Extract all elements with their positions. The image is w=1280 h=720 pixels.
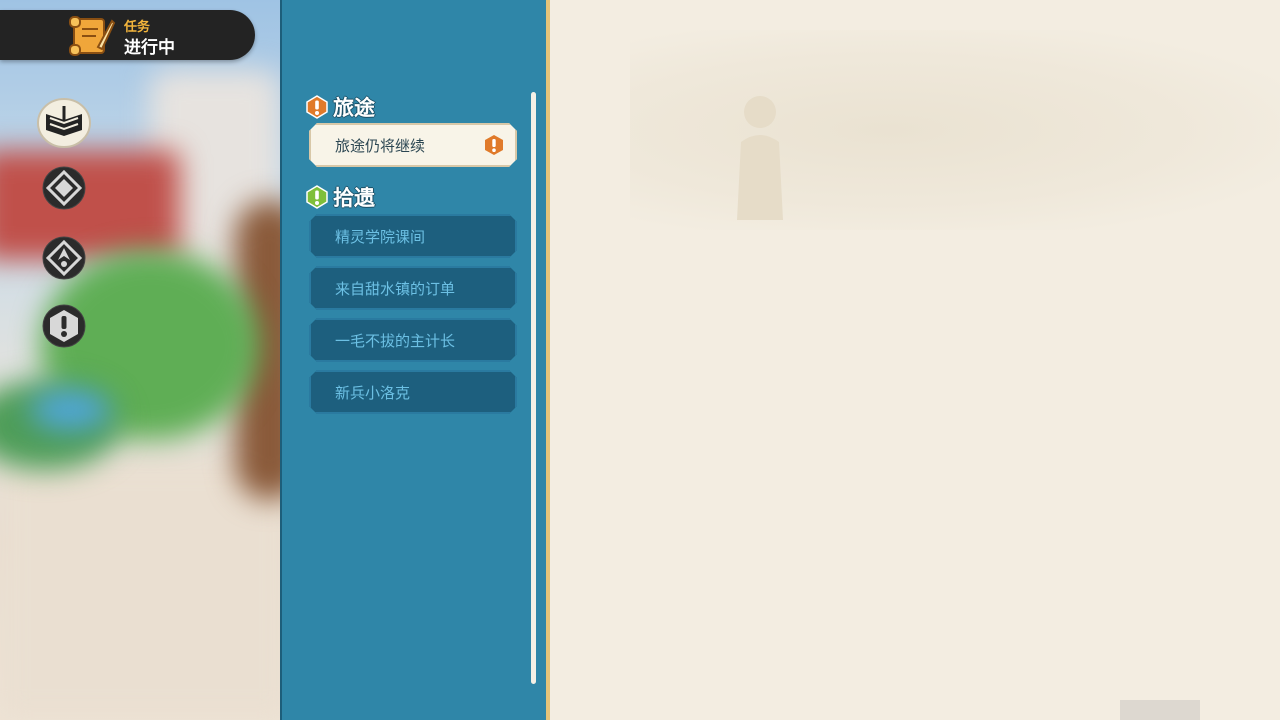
quest-item-stingy-comptroller[interactable]: 一毛不拔的主计长 (309, 318, 517, 362)
compass-arrow-icon (42, 236, 86, 280)
exclamation-icon (42, 304, 86, 348)
header-title: 进行中 (124, 38, 175, 58)
quest-item-label: 新兵小洛克 (335, 383, 411, 402)
category-gleanings-header: 拾遗 (305, 182, 375, 212)
nav-compass-diamond-button[interactable] (42, 166, 86, 210)
quest-header-banner: 任务 进行中 (0, 10, 255, 60)
quest-item-recruit-locke[interactable]: 新兵小洛克 (309, 370, 517, 414)
open-book-icon (37, 98, 91, 148)
gleanings-alert-icon (306, 185, 328, 209)
category-gleanings-label: 拾遗 (333, 186, 375, 210)
corner-tab (1120, 700, 1200, 720)
quest-alert-icon (485, 135, 503, 155)
category-journey-header: 旅途 (305, 92, 375, 122)
quest-item-label: 一毛不拔的主计长 (335, 331, 456, 350)
quest-item-label: 精灵学院课间 (335, 227, 426, 246)
category-journey-label: 旅途 (333, 96, 375, 120)
quest-item-journey-continues[interactable]: 旅途仍将继续 (309, 123, 517, 167)
character-silhouette (737, 96, 783, 220)
quest-item-sweetwater-order[interactable]: 来自甜水镇的订单 (309, 266, 517, 310)
quest-item-academy-break[interactable]: 精灵学院课间 (309, 214, 517, 258)
nav-book-button[interactable] (36, 96, 92, 150)
nav-compass-arrow-button[interactable] (42, 236, 86, 280)
quest-item-label: 来自甜水镇的订单 (335, 279, 456, 298)
compass-diamond-icon (42, 166, 86, 210)
quest-item-label: 旅途仍将继续 (335, 136, 426, 155)
quest-detail-area (550, 0, 1280, 720)
journey-alert-icon (306, 95, 328, 119)
quest-scroll-icon (69, 16, 116, 56)
quest-list-scrollbar[interactable] (531, 92, 536, 684)
nav-exclamation-button[interactable] (42, 304, 86, 348)
